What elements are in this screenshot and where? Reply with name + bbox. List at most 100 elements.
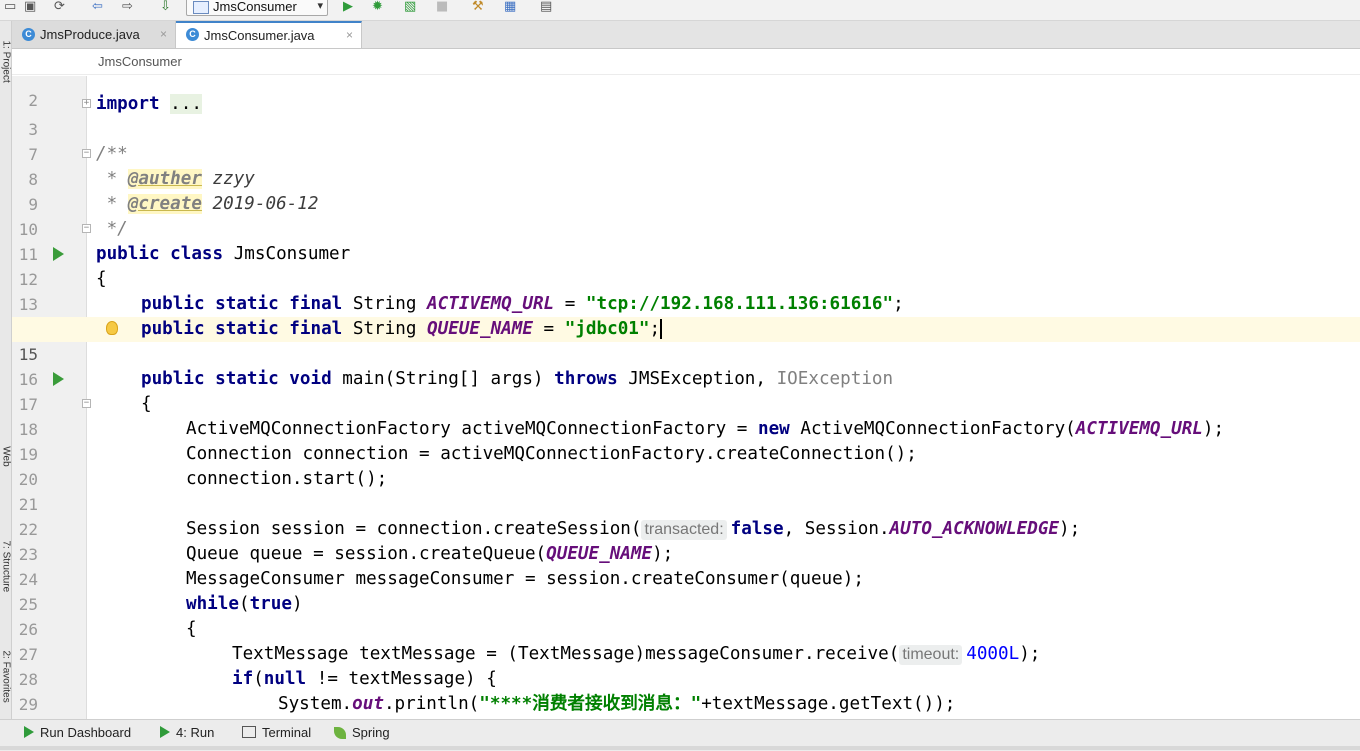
constant-name: AUTO_ACKNOWLEDGE (889, 519, 1060, 539)
if-keyword: if (232, 669, 254, 689)
code-line: 12 public class JmsConsumer (12, 242, 1360, 289)
code-line: 11 − */ (12, 217, 1360, 264)
string-literal: "tcp://192.168.111.136:61616" (585, 294, 894, 314)
code-text: ActiveMQConnectionFactory activeMQConnec… (186, 419, 758, 439)
code-line: 9 * @auther zzyy (12, 167, 1360, 214)
breadcrumb[interactable]: JmsConsumer (12, 49, 1360, 75)
project-tool-tab[interactable]: 1: Project (1, 41, 12, 83)
constant-name: QUEUE_NAME (427, 319, 533, 339)
operator: = (554, 294, 586, 314)
run-gutter-icon[interactable] (53, 247, 64, 261)
status-bar (0, 746, 1360, 750)
forward-icon[interactable]: ⇨ (122, 0, 133, 16)
spring-leaf-icon (334, 727, 346, 739)
sdk-icon[interactable]: ▤ (540, 0, 552, 16)
code-text: Session session = connection.createSessi… (186, 519, 642, 539)
parameter-hint: transacted: (641, 520, 727, 540)
modifier-keywords: public static final (141, 319, 343, 339)
run-icon (24, 726, 34, 738)
tool-label: Spring (352, 725, 390, 740)
config-icon (193, 1, 209, 14)
code-text: Queue queue = session.createQueue( (186, 544, 547, 564)
run-gutter-icon[interactable] (53, 372, 64, 386)
left-tool-strip: 1: Project Web 7: Structure 2: Favorites (0, 21, 12, 719)
run-icon[interactable]: ▶ (343, 0, 353, 16)
code-text: , Session. (783, 519, 890, 539)
code-line: 22 (12, 492, 1360, 539)
build-icon[interactable]: ⇩ (160, 0, 171, 16)
code-line: 20 Connection connection = activeMQConne… (12, 442, 1360, 489)
string-literal: "****消费者接收到消息：" (479, 694, 702, 714)
code-text: .println( (383, 694, 480, 714)
spring-button[interactable]: Spring (334, 724, 390, 742)
code-line: 7 (12, 117, 1360, 164)
brace: { (141, 394, 152, 414)
run-dashboard-button[interactable]: Run Dashboard (24, 724, 131, 742)
code-line: 2 (12, 76, 1360, 110)
fold-icon[interactable]: + (82, 99, 91, 108)
boolean-literal: true (249, 594, 292, 614)
code-line-current: 15 public static final String QUEUE_NAME… (12, 317, 1360, 364)
close-icon[interactable]: × (160, 21, 167, 48)
folder-icon[interactable]: ▭ (4, 0, 16, 16)
code-text: System. (278, 694, 353, 714)
code-line: 19 ActiveMQConnectionFactory activeMQCon… (12, 417, 1360, 464)
code-line: 8 − /** (12, 142, 1360, 189)
doc-value: 2019-06-12 (201, 194, 319, 214)
doc-value: zzyy (201, 169, 255, 189)
paren: ) (291, 594, 303, 614)
code-line: 28 TextMessage textMessage = (TextMessag… (12, 642, 1360, 689)
editor-tab-bar: C JmsProduce.java × C JmsConsumer.java × (12, 21, 1360, 49)
sync-icon[interactable]: ⟳ (54, 0, 65, 16)
breadcrumb-item[interactable]: JmsConsumer (98, 54, 182, 69)
fold-icon[interactable]: − (82, 149, 91, 158)
folded-imports[interactable]: ... (170, 94, 202, 114)
paren: ( (253, 669, 264, 689)
code-line: 13 { (12, 267, 1360, 314)
code-text: TextMessage textMessage = (TextMessage)m… (232, 644, 900, 664)
throws-keyword: throws (554, 369, 618, 389)
number-literal: 4000L (966, 644, 1020, 664)
favorites-tool-tab[interactable]: 2: Favorites (1, 651, 12, 703)
debug-icon[interactable]: ✹ (372, 0, 383, 16)
code-line: 24 Queue queue = session.createQueue(QUE… (12, 542, 1360, 589)
type-name: String (342, 319, 428, 339)
tab-jmsconsumer[interactable]: C JmsConsumer.java × (176, 21, 362, 48)
comment-star: * (96, 194, 128, 214)
doc-tag: @auther (127, 169, 202, 189)
code-line: 14 public static final String ACTIVEMQ_U… (12, 292, 1360, 339)
operator: = (532, 319, 565, 339)
save-icon[interactable]: ▣ (24, 0, 36, 16)
coverage-icon[interactable]: ▧ (404, 0, 416, 16)
terminal-button[interactable]: Terminal (242, 724, 311, 742)
tab-jmsproduce[interactable]: C JmsProduce.java × (12, 21, 176, 48)
code-text: connection.start(); (186, 469, 388, 489)
project-structure-icon[interactable]: ▦ (504, 0, 516, 16)
back-icon[interactable]: ⇦ (92, 0, 103, 16)
code-text: ); (1019, 644, 1041, 664)
static-field: out (352, 694, 384, 714)
lightbulb-icon[interactable] (106, 321, 118, 335)
fold-icon[interactable]: − (82, 399, 91, 408)
code-text: MessageConsumer messageConsumer = sessio… (186, 569, 864, 589)
code-line: 3 + import ... (12, 92, 1360, 139)
unused-exception-type: IOException (776, 369, 894, 389)
tab-label: JmsConsumer.java (204, 28, 315, 43)
comment-star: * (96, 169, 128, 189)
close-icon[interactable]: × (346, 23, 353, 48)
constant-name: ACTIVEMQ_URL (427, 294, 555, 314)
stop-icon[interactable]: ■ (436, 0, 448, 16)
fold-icon[interactable]: − (82, 224, 91, 233)
code-text: != textMessage) { (306, 669, 497, 689)
tool-label: 4: Run (176, 725, 215, 740)
web-tool-tab[interactable]: Web (1, 441, 12, 473)
doc-comment: /** (96, 144, 128, 164)
code-line: 30 System.out.println("****消费者接收到消息："+te… (12, 692, 1360, 717)
structure-tool-tab[interactable]: 7: Structure (1, 541, 12, 593)
build-project-icon[interactable]: ⚒ (472, 0, 484, 16)
parameter-hint: timeout: (899, 645, 963, 665)
run-configuration-select[interactable]: JmsConsumer ▾ (186, 0, 328, 16)
paren: ( (238, 594, 250, 614)
run-tool-button[interactable]: 4: Run (160, 724, 214, 742)
code-editor[interactable]: 2 3 + import ... 7 8 − /** 9 * @auther z… (12, 76, 1360, 719)
